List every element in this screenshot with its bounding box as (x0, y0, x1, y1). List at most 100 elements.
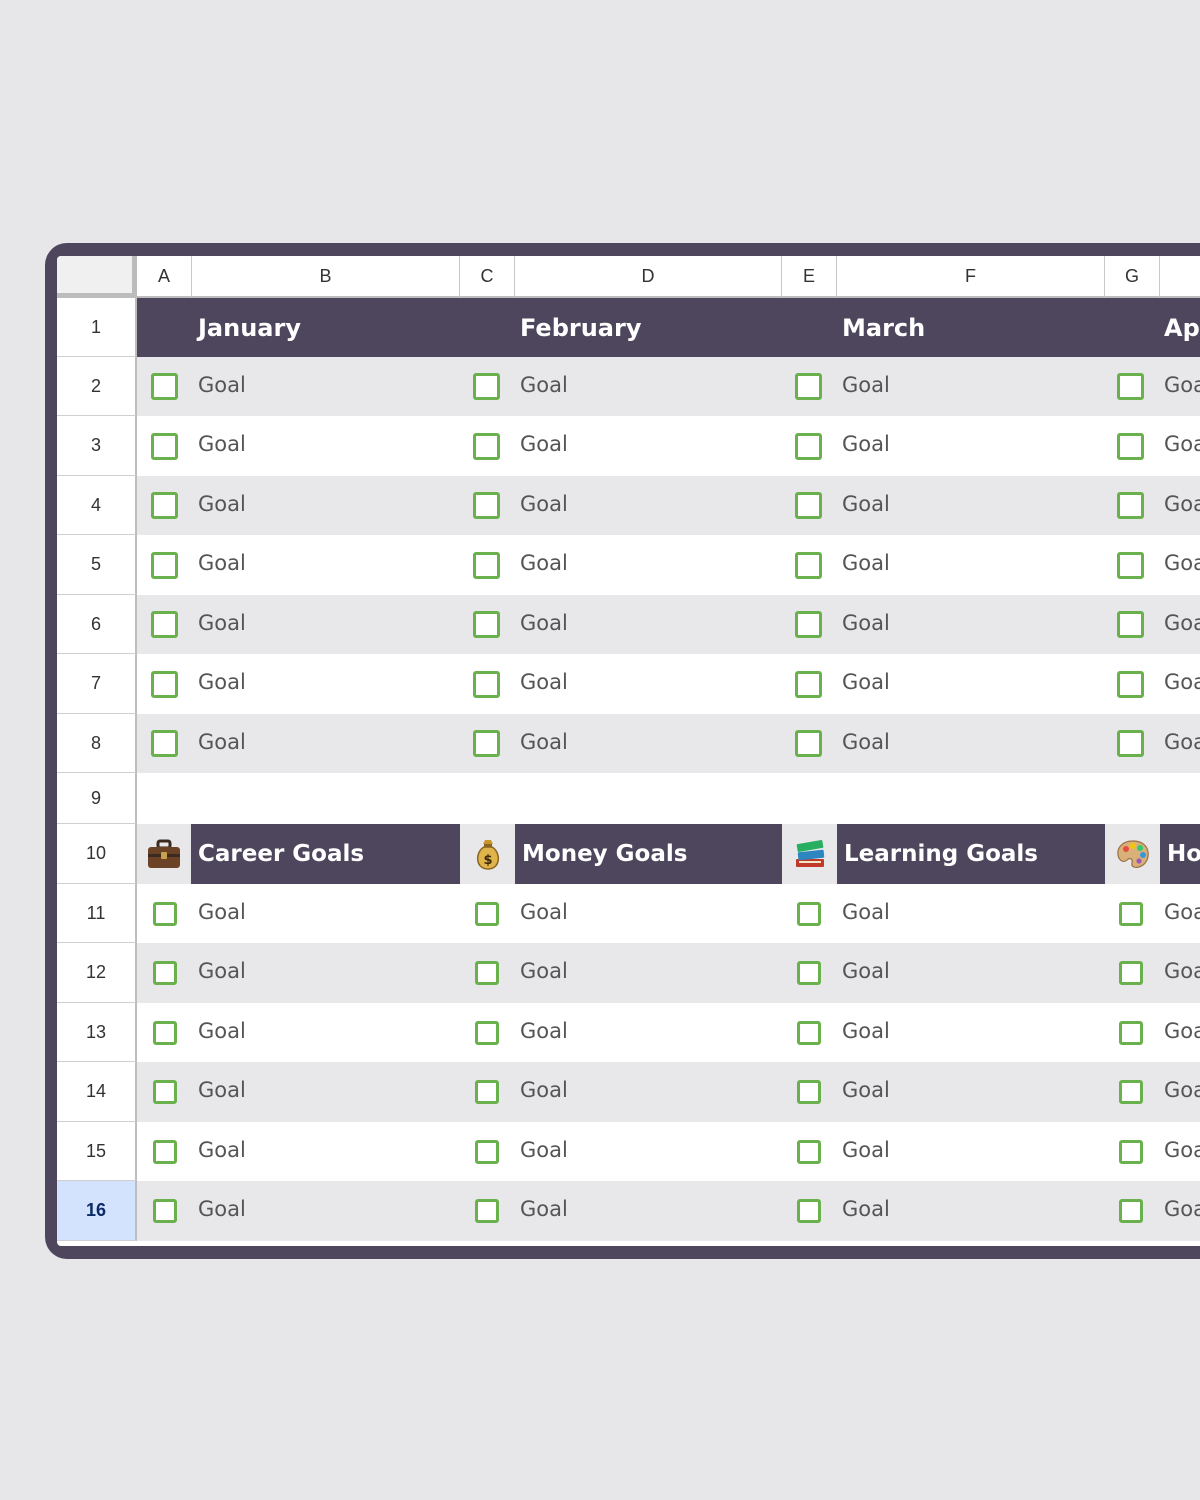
goal-label[interactable]: Goa (1164, 943, 1200, 999)
row-header-15[interactable]: 15 (57, 1122, 137, 1181)
goal-label[interactable]: Goal (842, 884, 1092, 939)
goal-checkbox[interactable] (795, 373, 822, 400)
row-header-5[interactable]: 5 (57, 535, 137, 595)
goal-checkbox[interactable] (151, 432, 178, 460)
month-april[interactable]: Ap (1164, 298, 1200, 357)
goal-checkbox[interactable] (151, 730, 178, 757)
goal-checkbox[interactable] (151, 611, 178, 638)
goal-label[interactable]: Goa (1164, 654, 1200, 710)
goal-checkbox[interactable] (153, 1139, 177, 1164)
goal-label[interactable]: Goal (842, 714, 1092, 769)
goal-checkbox[interactable] (153, 1020, 177, 1045)
column-header-f[interactable]: F (837, 256, 1105, 298)
goal-label[interactable]: Goal (198, 1122, 448, 1177)
goal-label[interactable]: Goa (1164, 884, 1200, 939)
goal-checkbox[interactable] (475, 1020, 499, 1045)
goal-checkbox[interactable] (473, 730, 500, 757)
goal-checkbox[interactable] (473, 670, 500, 698)
goal-label[interactable]: Goal (842, 535, 1092, 591)
goal-checkbox[interactable] (1117, 551, 1144, 579)
goal-label[interactable]: Goa (1164, 1003, 1200, 1058)
goal-label[interactable]: Goal (520, 357, 770, 412)
goal-label[interactable]: Goal (520, 535, 770, 591)
goal-label[interactable]: Goal (520, 1122, 770, 1177)
goal-checkbox[interactable] (473, 492, 500, 519)
goal-label[interactable]: Goal (842, 357, 1092, 412)
goal-label[interactable]: Goal (198, 714, 448, 769)
goal-checkbox[interactable] (797, 901, 821, 926)
goal-label[interactable]: Goa (1164, 357, 1200, 412)
column-header-h[interactable] (1160, 256, 1200, 298)
category-learning-goals[interactable]: Learning Goals (837, 824, 1105, 884)
goal-label[interactable]: Goal (198, 1003, 448, 1058)
column-header-b[interactable]: B (192, 256, 460, 298)
goal-checkbox[interactable] (475, 901, 499, 926)
goal-checkbox[interactable] (475, 1080, 499, 1104)
goal-label[interactable]: Goal (198, 535, 448, 591)
goal-checkbox[interactable] (473, 611, 500, 638)
goal-label[interactable]: Goa (1164, 535, 1200, 591)
goal-checkbox[interactable] (475, 961, 499, 985)
goal-label[interactable]: Goal (520, 714, 770, 769)
goal-checkbox[interactable] (795, 730, 822, 757)
goal-checkbox[interactable] (1119, 901, 1143, 926)
category-hobby-goals[interactable]: Ho (1160, 824, 1200, 884)
goal-label[interactable]: Goal (198, 943, 448, 999)
goal-checkbox[interactable] (153, 901, 177, 926)
goal-checkbox[interactable] (153, 1080, 177, 1104)
goal-checkbox[interactable] (1117, 670, 1144, 698)
goal-label[interactable]: Goal (842, 416, 1092, 472)
goal-label[interactable]: Goal (520, 1003, 770, 1058)
row-header-7[interactable]: 7 (57, 654, 137, 714)
goal-label[interactable]: Goal (520, 1062, 770, 1118)
row-header-3[interactable]: 3 (57, 416, 137, 476)
select-all-corner[interactable] (57, 256, 137, 298)
goal-checkbox[interactable] (151, 492, 178, 519)
month-march[interactable]: March (842, 298, 1092, 357)
goal-checkbox[interactable] (797, 1020, 821, 1045)
goal-label[interactable]: Goal (198, 1181, 448, 1237)
goal-label[interactable]: Goa (1164, 1181, 1200, 1237)
goal-checkbox[interactable] (1117, 492, 1144, 519)
goal-checkbox[interactable] (1119, 961, 1143, 985)
row-header-14[interactable]: 14 (57, 1062, 137, 1122)
category-money-goals[interactable]: Money Goals (515, 824, 782, 884)
goal-label[interactable]: Goal (842, 1181, 1092, 1237)
goal-label[interactable]: Goal (520, 416, 770, 472)
goal-checkbox[interactable] (473, 373, 500, 400)
goal-checkbox[interactable] (475, 1139, 499, 1164)
goal-label[interactable]: Goal (842, 1062, 1092, 1118)
goal-checkbox[interactable] (1119, 1139, 1143, 1164)
row-header-4[interactable]: 4 (57, 476, 137, 535)
goal-checkbox[interactable] (797, 961, 821, 985)
goal-checkbox[interactable] (473, 432, 500, 460)
goal-label[interactable]: Goal (198, 416, 448, 472)
goal-label[interactable]: Goal (842, 595, 1092, 650)
goal-label[interactable]: Goal (520, 884, 770, 939)
goal-checkbox[interactable] (1117, 611, 1144, 638)
goal-label[interactable]: Goal (520, 595, 770, 650)
goal-label[interactable]: Goal (198, 476, 448, 531)
goal-label[interactable]: Goal (520, 1181, 770, 1237)
goal-label[interactable]: Goa (1164, 416, 1200, 472)
column-header-d[interactable]: D (515, 256, 782, 298)
goal-label[interactable]: Goal (198, 595, 448, 650)
row-header-10[interactable]: 10 (57, 824, 137, 884)
goal-checkbox[interactable] (795, 492, 822, 519)
goal-label[interactable]: Goal (842, 1122, 1092, 1177)
goal-checkbox[interactable] (795, 432, 822, 460)
goal-label[interactable]: Goa (1164, 714, 1200, 769)
goal-label[interactable]: Goal (520, 654, 770, 710)
category-career-goals[interactable]: Career Goals (191, 824, 460, 884)
goal-checkbox[interactable] (153, 1199, 177, 1223)
goal-label[interactable]: Goa (1164, 1062, 1200, 1118)
column-header-a[interactable]: A (137, 256, 192, 298)
goal-label[interactable]: Goal (520, 943, 770, 999)
goal-checkbox[interactable] (1119, 1199, 1143, 1223)
goal-label[interactable]: Goa (1164, 476, 1200, 531)
row-header-13[interactable]: 13 (57, 1003, 137, 1062)
goal-checkbox[interactable] (797, 1080, 821, 1104)
goal-checkbox[interactable] (475, 1199, 499, 1223)
goal-label[interactable]: Goal (198, 884, 448, 939)
goal-label[interactable]: Goal (198, 654, 448, 710)
